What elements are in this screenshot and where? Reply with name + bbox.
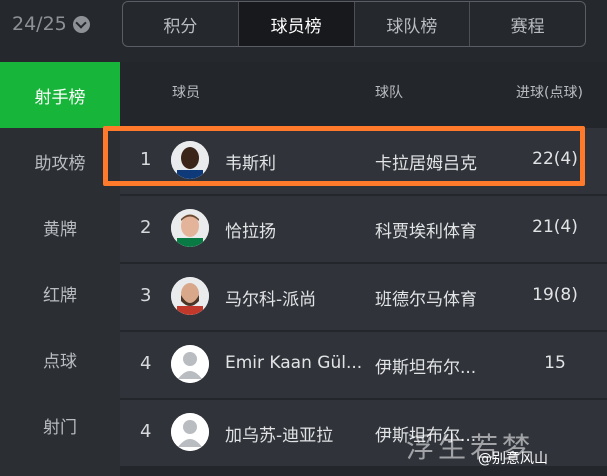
chevron-down-icon [72, 15, 90, 33]
table-header: 球员 球队 进球(点球) [120, 62, 607, 120]
sidebar-item-yellow-cards[interactable]: 黄牌 [0, 194, 120, 260]
player-name: 恰拉扬 [225, 222, 276, 242]
goals-value: 21(4) [532, 217, 578, 237]
ranking-table: 球员 球队 进球(点球) 1 韦斯利 卡拉居姆吕克 22(4) 2 恰拉扬 科贾… [120, 62, 607, 476]
tab-bar: 积分 球员榜 球队榜 赛程 [122, 1, 586, 47]
player-name: 加乌苏-迪亚拉 [225, 426, 334, 446]
tab-player-ranking[interactable]: 球员榜 [238, 2, 355, 46]
goals-value: 15 [544, 353, 566, 373]
table-row[interactable]: 4 Emir Kaan Gül... 伊斯坦布尔... 15 [120, 332, 607, 398]
avatar [171, 345, 209, 383]
goals-value: 19(8) [532, 285, 578, 305]
sidebar-item-penalties[interactable]: 点球 [0, 326, 120, 392]
sidebar-item-shots[interactable]: 射门 [0, 392, 120, 458]
table-row[interactable]: 2 恰拉扬 科贾埃利体育 21(4) [120, 196, 607, 262]
tab-schedule[interactable]: 赛程 [470, 2, 585, 46]
avatar [171, 277, 209, 315]
season-label: 24/25 [12, 13, 67, 35]
sidebar-item-scorers[interactable]: 射手榜 [0, 62, 120, 128]
tab-team-ranking[interactable]: 球队榜 [355, 2, 471, 46]
top-bar: 24/25 积分 球员榜 球队榜 赛程 [0, 0, 607, 62]
header-player: 球员 [172, 85, 200, 101]
row-rank: 3 [140, 285, 152, 306]
team-name: 伊斯坦布尔... [375, 358, 477, 378]
player-name: 马尔科-派尚 [225, 290, 317, 310]
highlight-box [103, 126, 585, 186]
avatar [171, 413, 209, 451]
watermark-small: @别意风山 [478, 451, 548, 467]
row-rank: 2 [140, 217, 152, 238]
table-row[interactable]: 3 马尔科-派尚 班德尔马体育 19(8) [120, 264, 607, 330]
team-name: 班德尔马体育 [375, 290, 477, 310]
row-rank: 4 [140, 421, 152, 442]
tab-standings[interactable]: 积分 [123, 2, 239, 46]
row-rank: 4 [140, 353, 152, 374]
header-team: 球队 [375, 85, 403, 101]
avatar [171, 209, 209, 247]
sidebar: 射手榜 助攻榜 黄牌 红牌 点球 射门 [0, 62, 120, 476]
sidebar-item-red-cards[interactable]: 红牌 [0, 260, 120, 326]
season-selector[interactable]: 24/25 [12, 8, 90, 40]
sidebar-item-assists[interactable]: 助攻榜 [0, 128, 120, 194]
header-goals: 进球(点球) [516, 85, 583, 101]
player-name: Emir Kaan Gül... [225, 353, 363, 373]
team-name: 科贾埃利体育 [375, 222, 477, 242]
